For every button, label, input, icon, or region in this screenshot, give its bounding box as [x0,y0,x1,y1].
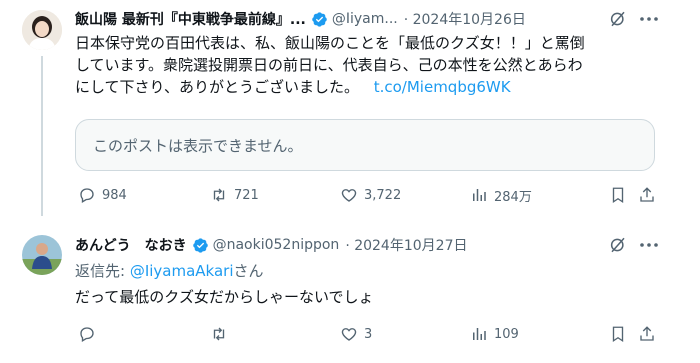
reply-mention-link[interactable]: @IiyamaAkari [130,262,234,280]
repost-icon [213,327,225,341]
views-chart-icon [473,189,486,201]
like-count: 3,722 [364,187,402,203]
views-count: 284万 [494,189,532,205]
verified-badge-icon [192,237,208,253]
views-button[interactable]: 109 [470,324,519,344]
action-bar: 984 721 3,722 284万 [0,185,700,205]
repost-icon [213,188,225,202]
tweet-header: 飯山陽 最新刊『中東戦争最前線』... @Iiyam... · 2024年10月… [75,9,526,29]
tweet-header: あんどう なおき @naoki052nippon · 2024年10月27日 [75,235,467,255]
user-handle[interactable]: @naoki052nippon [213,237,340,253]
reply-suffix: さん [233,262,264,280]
display-name[interactable]: 飯山陽 最新刊『中東戦争最前線』... [75,9,306,29]
reply-button[interactable] [78,324,102,344]
repost-count: 721 [234,187,259,203]
verified-badge-icon [312,11,327,27]
tweet-text: 日本保守党の百田代表は、私、飯山陽のことを「最低のクズ女！！」と罵倒 しています… [75,32,685,98]
tweet-reply[interactable]: あんどう なおき @naoki052nippon · 2024年10月27日 返… [0,215,700,363]
views-count: 109 [494,326,519,342]
repost-button[interactable] [210,324,234,344]
like-button[interactable]: 3,722 [340,185,401,205]
tweet-text-line: にして下さり、ありがとうございました。 t.co/Miemqbg6WK [75,76,685,98]
reply-icon [80,327,94,342]
display-name[interactable]: あんどう なおき [75,235,187,255]
bookmark-button[interactable] [609,324,627,344]
like-count: 3 [364,326,373,342]
like-button[interactable]: 3 [340,324,372,344]
tweet-text: だって最低のクズ女だからしゃーないでしょ [75,288,374,306]
tweet-link[interactable]: t.co/Miemqbg6WK [374,78,511,96]
share-button[interactable] [638,185,656,205]
reply-button[interactable]: 984 [78,185,127,205]
tweet-text-line: しています。衆院選投開票日の前日に、代表自ら、己の本性を公然とあらわ [75,56,583,74]
avatar[interactable] [22,235,62,275]
grok-icon[interactable] [608,9,628,29]
action-bar: 3 109 [0,324,700,344]
tweet-text-line: 日本保守党の百田代表は、私、飯山陽のことを「最低のクズ女！！」と罵倒 [75,34,585,52]
more-icon[interactable] [638,235,660,255]
tweet-date[interactable]: · 2024年10月27日 [345,235,467,255]
reply-icon [80,188,94,203]
bookmark-button[interactable] [609,185,627,205]
user-handle[interactable]: @Iiyam... [332,11,398,27]
heart-icon [341,189,357,202]
views-chart-icon [473,328,486,340]
grok-icon[interactable] [608,235,628,255]
bookmark-icon [612,326,624,343]
more-icon[interactable] [638,9,660,29]
bookmark-icon [612,187,624,204]
share-icon [640,187,654,202]
heart-icon [341,328,357,341]
tweet-date[interactable]: · 2024年10月26日 [404,9,526,29]
tweet-main[interactable]: 飯山陽 最新刊『中東戦争最前線』... @Iiyam... · 2024年10月… [0,0,700,216]
quote-unavailable-text: このポストは表示できません。 [93,136,303,155]
quote-unavailable-box: このポストは表示できません。 [75,119,655,171]
tweet-text-line-end: にして下さり、ありがとうございました。 [75,78,359,96]
reply-count: 984 [102,187,127,203]
views-button[interactable]: 284万 [470,185,532,205]
repost-button[interactable]: 721 [210,185,259,205]
reply-context: 返信先: @IiyamaAkariさん [75,260,264,282]
avatar[interactable] [22,10,62,50]
share-icon [640,326,654,341]
reply-prefix: 返信先: [75,262,130,280]
share-button[interactable] [638,324,656,344]
